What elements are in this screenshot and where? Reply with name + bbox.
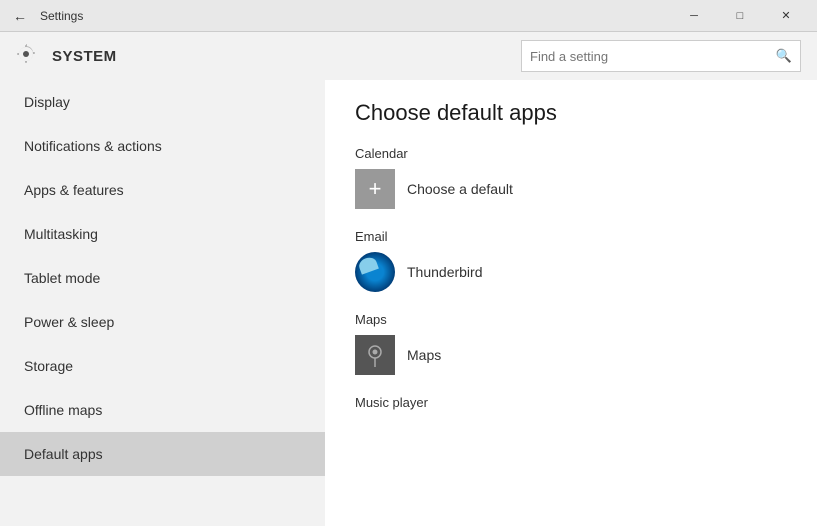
calendar-section: Calendar + Choose a default — [355, 146, 787, 209]
email-label: Email — [355, 229, 787, 244]
music-player-label: Music player — [355, 395, 787, 410]
search-input[interactable] — [530, 49, 776, 64]
window-title: Settings — [40, 9, 83, 23]
email-app-icon — [355, 252, 395, 292]
maps-app-row[interactable]: Maps — [355, 335, 787, 375]
maximize-button[interactable]: □ — [717, 0, 763, 32]
title-bar-controls: ─ □ ✕ — [671, 0, 809, 32]
title-bar-left: ← Settings — [8, 4, 83, 28]
app-container: SYSTEM 🔍 Display Notifications & actions… — [0, 32, 817, 526]
search-box[interactable]: 🔍 — [521, 40, 801, 72]
email-section: Email Thunderbird — [355, 229, 787, 292]
calendar-app-row[interactable]: + Choose a default — [355, 169, 787, 209]
gear-icon — [16, 44, 40, 68]
maps-label: Maps — [355, 312, 787, 327]
sidebar-item-apps-features[interactable]: Apps & features — [0, 168, 325, 212]
app-body: Display Notifications & actions Apps & f… — [0, 80, 817, 526]
maps-app-name: Maps — [407, 347, 441, 363]
sidebar: Display Notifications & actions Apps & f… — [0, 80, 325, 526]
app-header: SYSTEM 🔍 — [0, 32, 817, 80]
title-bar: ← Settings ─ □ ✕ — [0, 0, 817, 32]
email-app-row[interactable]: Thunderbird — [355, 252, 787, 292]
calendar-app-name: Choose a default — [407, 181, 513, 197]
email-app-name: Thunderbird — [407, 264, 483, 280]
sidebar-item-display[interactable]: Display — [0, 80, 325, 124]
header-title: SYSTEM — [52, 48, 117, 65]
sidebar-item-offline-maps[interactable]: Offline maps — [0, 388, 325, 432]
close-button[interactable]: ✕ — [763, 0, 809, 32]
calendar-app-icon: + — [355, 169, 395, 209]
sidebar-item-default-apps[interactable]: Default apps — [0, 432, 325, 476]
back-button[interactable]: ← — [8, 4, 32, 28]
music-player-section: Music player — [355, 395, 787, 410]
content-area: Choose default apps Calendar + Choose a … — [325, 80, 817, 526]
sidebar-item-power-sleep[interactable]: Power & sleep — [0, 300, 325, 344]
sidebar-item-storage[interactable]: Storage — [0, 344, 325, 388]
sidebar-item-notifications[interactable]: Notifications & actions — [0, 124, 325, 168]
page-title: Choose default apps — [355, 100, 787, 126]
maps-section: Maps Maps — [355, 312, 787, 375]
search-icon: 🔍 — [776, 48, 792, 64]
sidebar-item-multitasking[interactable]: Multitasking — [0, 212, 325, 256]
minimize-button[interactable]: ─ — [671, 0, 717, 32]
maps-app-icon — [355, 335, 395, 375]
sidebar-item-tablet-mode[interactable]: Tablet mode — [0, 256, 325, 300]
calendar-label: Calendar — [355, 146, 787, 161]
